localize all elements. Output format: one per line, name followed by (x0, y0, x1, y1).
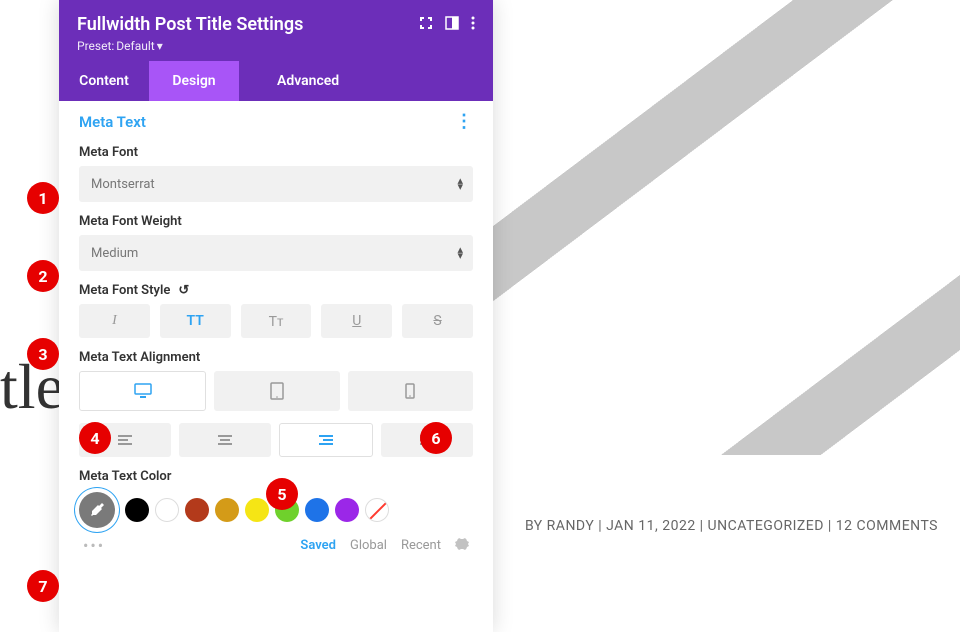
tab-advanced[interactable]: Advanced (239, 61, 493, 101)
eyedropper-icon (88, 501, 106, 519)
more-options-button[interactable]: ••• (83, 536, 105, 555)
preset-selector[interactable]: Preset: Default ▾ (77, 39, 475, 53)
annotation-badge-2: 2 (27, 260, 59, 292)
color-swatch-4[interactable] (245, 498, 269, 522)
style-strike-button[interactable]: S (402, 304, 473, 338)
annotation-badge-3: 3 (27, 338, 59, 370)
align-right-button[interactable] (279, 423, 373, 457)
style-uppercase-button[interactable]: TT (160, 304, 231, 338)
tabs: Content Design Advanced (59, 61, 493, 101)
dock-icon[interactable] (445, 15, 459, 34)
meta-font-weight-label: Meta Font Weight (79, 214, 473, 229)
meta-font-value: Montserrat (91, 177, 155, 192)
color-swatch-3[interactable] (215, 498, 239, 522)
panel-title: Fullwidth Post Title Settings (77, 14, 303, 35)
panel-header: Fullwidth Post Title Settings Preset: De… (59, 0, 493, 61)
style-italic-button[interactable]: I (79, 304, 150, 338)
align-center-icon (218, 435, 232, 445)
eyedropper-button[interactable] (79, 492, 115, 528)
tablet-icon (270, 382, 284, 400)
preset-value: Default (116, 39, 154, 53)
footer-tab-recent[interactable]: Recent (401, 538, 441, 553)
expand-icon[interactable] (419, 15, 433, 34)
align-center-button[interactable] (179, 423, 271, 457)
style-underline-button[interactable]: U (321, 304, 392, 338)
section-menu-icon[interactable]: ⋮ (455, 113, 473, 131)
device-desktop-tab[interactable] (79, 371, 206, 411)
tab-design[interactable]: Design (149, 61, 239, 101)
device-tablet-tab[interactable] (214, 371, 339, 411)
annotation-badge-6: 6 (420, 422, 452, 454)
annotation-badge-7: 7 (27, 570, 59, 602)
reset-icon[interactable]: ↺ (178, 283, 189, 298)
preview-meta-text: BY RANDY | JAN 11, 2022 | UNCATEGORIZED … (525, 518, 938, 534)
color-swatch-0[interactable] (125, 498, 149, 522)
annotation-badge-1: 1 (27, 182, 59, 214)
color-none-swatch[interactable] (365, 498, 389, 522)
annotation-badge-5: 5 (266, 478, 298, 510)
select-arrows-icon: ▴▾ (457, 178, 463, 190)
color-swatch-2[interactable] (185, 498, 209, 522)
section-title[interactable]: Meta Text (79, 113, 146, 131)
tab-content[interactable]: Content (59, 61, 149, 101)
meta-font-weight-select[interactable]: Medium ▴▾ (79, 235, 473, 271)
color-swatch-7[interactable] (335, 498, 359, 522)
select-arrows-icon: ▴▾ (457, 247, 463, 259)
align-right-icon (319, 435, 333, 445)
device-phone-tab[interactable] (348, 371, 473, 411)
color-swatch-6[interactable] (305, 498, 329, 522)
meta-font-label: Meta Font (79, 145, 473, 160)
annotation-badge-4: 4 (79, 422, 111, 454)
gear-icon[interactable] (455, 537, 469, 555)
footer-tab-saved[interactable]: Saved (300, 538, 336, 553)
preset-label: Preset: (77, 39, 114, 53)
footer-tab-global[interactable]: Global (350, 538, 387, 553)
desktop-icon (134, 383, 152, 399)
panel-body: Meta Text ⋮ Meta Font Montserrat ▴▾ Meta… (59, 101, 493, 632)
meta-alignment-label: Meta Text Alignment (79, 350, 473, 365)
chevron-down-icon: ▾ (157, 39, 163, 53)
phone-icon (405, 383, 415, 399)
meta-font-style-label: Meta Font Style ↺ (79, 283, 473, 298)
meta-font-select[interactable]: Montserrat ▴▾ (79, 166, 473, 202)
more-icon[interactable] (471, 15, 475, 34)
color-swatch-1[interactable] (155, 498, 179, 522)
meta-font-weight-value: Medium (91, 246, 138, 261)
settings-panel: Fullwidth Post Title Settings Preset: De… (59, 0, 493, 632)
align-left-icon (118, 435, 132, 445)
style-smallcaps-button[interactable]: Tᴛ (241, 304, 312, 338)
